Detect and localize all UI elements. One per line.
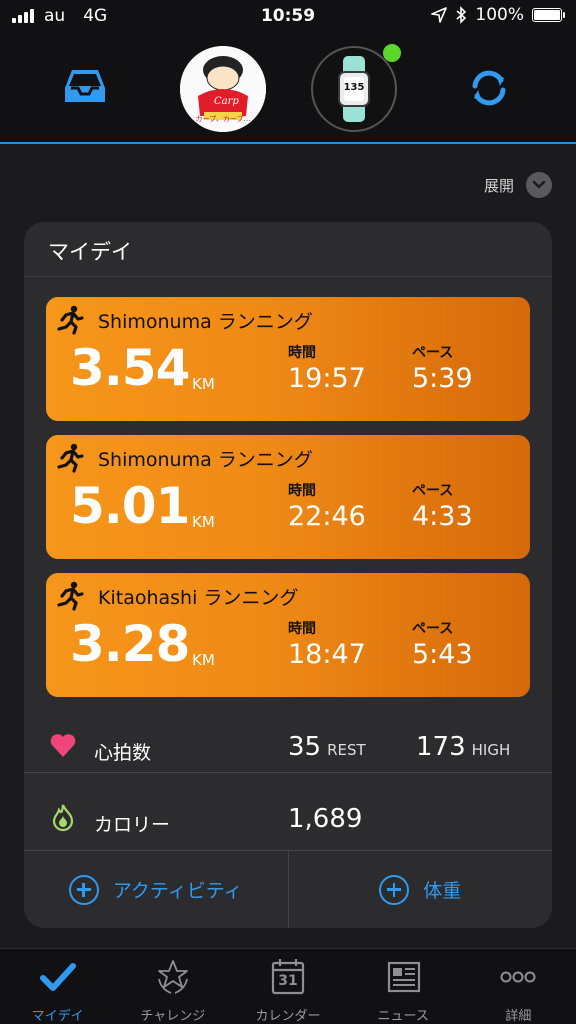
my-day-panel: マイデイ Shimonuma ランニング 3.54 KM 時間 19:57 ペー… bbox=[24, 222, 552, 928]
pace-label: ペース bbox=[412, 483, 454, 499]
time-label: 時間 bbox=[288, 483, 316, 499]
expand-button[interactable]: 展開 bbox=[484, 172, 552, 198]
activity-time: 18:47 bbox=[288, 639, 366, 670]
newspaper-icon bbox=[388, 961, 421, 993]
distance-unit: KM bbox=[192, 513, 215, 531]
running-icon bbox=[57, 305, 84, 335]
inbox-button[interactable] bbox=[62, 64, 108, 110]
activity-name: Shimonuma ランニング bbox=[98, 449, 313, 471]
activity-card[interactable]: Kitaohashi ランニング 3.28 KM 時間 18:47 ペース 5:… bbox=[46, 573, 530, 697]
activity-pace: 5:43 bbox=[412, 639, 473, 670]
tab-label: ニュース bbox=[377, 1009, 429, 1024]
pace-label: ペース bbox=[412, 345, 454, 361]
device-button[interactable]: 135 bbox=[311, 44, 401, 132]
distance-unit: KM bbox=[192, 651, 215, 669]
tab-challenges[interactable]: チャレンジ bbox=[115, 949, 230, 1024]
tab-label: チャレンジ bbox=[140, 1009, 206, 1024]
calendar-day: 31 bbox=[278, 973, 298, 989]
sync-icon bbox=[472, 70, 506, 106]
divider bbox=[24, 276, 552, 277]
calories-row[interactable]: カロリー 1,689 bbox=[24, 782, 552, 858]
device-number: 135 bbox=[343, 82, 365, 93]
tab-label: 詳細 bbox=[505, 1009, 532, 1024]
activity-name: Shimonuma ランニング bbox=[98, 311, 313, 333]
running-icon bbox=[57, 581, 84, 611]
battery-percent: 100% bbox=[475, 5, 524, 25]
rest-value: 35 bbox=[288, 732, 322, 762]
add-activity-button[interactable]: アクティビティ bbox=[24, 851, 288, 928]
quick-actions: アクティビティ 体重 bbox=[24, 850, 552, 928]
tab-news[interactable]: ニュース bbox=[346, 949, 461, 1024]
more-icon bbox=[500, 971, 536, 983]
tab-more[interactable]: 詳細 bbox=[461, 949, 576, 1024]
plus-icon bbox=[68, 874, 99, 905]
activity-card[interactable]: Shimonuma ランニング 5.01 KM 時間 22:46 ペース 4:3… bbox=[46, 435, 530, 559]
add-weight-label: 体重 bbox=[423, 880, 462, 902]
high-unit: HIGH bbox=[471, 741, 511, 759]
status-bar: au 4G 10:59 100% bbox=[0, 0, 576, 34]
battery-icon bbox=[532, 8, 565, 22]
heart-rate-label: 心拍数 bbox=[94, 742, 152, 764]
activity-pace: 5:39 bbox=[412, 363, 473, 394]
high-value: 173 bbox=[416, 732, 466, 762]
heart-rate-rest: 35 REST bbox=[288, 732, 366, 762]
activity-pace: 4:33 bbox=[412, 501, 473, 532]
rest-unit: REST bbox=[327, 741, 366, 759]
bluetooth-icon bbox=[456, 6, 467, 24]
running-icon bbox=[57, 443, 84, 473]
location-arrow-icon bbox=[431, 7, 448, 23]
heart-rate-row[interactable]: 心拍数 35 REST 173 HIGH bbox=[24, 710, 552, 786]
tab-bar: マイデイ チャレンジ 31 カレンダー ニュース 詳細 bbox=[0, 948, 576, 1024]
plus-icon bbox=[379, 874, 410, 905]
heart-icon bbox=[50, 734, 76, 757]
activity-time: 19:57 bbox=[288, 363, 366, 394]
flame-icon bbox=[52, 804, 74, 832]
activity-card[interactable]: Shimonuma ランニング 3.54 KM 時間 19:57 ペース 5:3… bbox=[46, 297, 530, 421]
avatar-caption: カープ、カープ… bbox=[195, 115, 251, 123]
tab-label: カレンダー bbox=[255, 1009, 321, 1024]
activity-name: Kitaohashi ランニング bbox=[98, 587, 299, 609]
add-activity-label: アクティビティ bbox=[112, 880, 243, 902]
expand-label: 展開 bbox=[483, 176, 514, 195]
calories-value: 1,689 bbox=[288, 804, 363, 834]
pace-label: ペース bbox=[412, 621, 454, 637]
distance-unit: KM bbox=[192, 375, 215, 393]
inbox-icon bbox=[65, 70, 105, 102]
heart-rate-high: 173 HIGH bbox=[416, 732, 510, 762]
svg-text:Carp: Carp bbox=[214, 96, 239, 107]
checkmark-icon bbox=[39, 963, 76, 991]
activity-distance: 3.28 bbox=[70, 615, 190, 673]
add-weight-button[interactable]: 体重 bbox=[287, 851, 553, 928]
tab-my-day[interactable]: マイデイ bbox=[0, 949, 115, 1024]
chevron-down-icon bbox=[526, 172, 552, 198]
activity-distance: 5.01 bbox=[70, 477, 190, 535]
connected-status-dot bbox=[383, 44, 401, 62]
tab-calendar[interactable]: 31 カレンダー bbox=[230, 949, 345, 1024]
time-label: 時間 bbox=[288, 621, 316, 637]
top-header: Carp カープ、カープ… 135 bbox=[0, 34, 576, 144]
tab-label: マイデイ bbox=[31, 1009, 84, 1024]
activity-distance: 3.54 bbox=[70, 339, 190, 397]
activity-time: 22:46 bbox=[288, 501, 366, 532]
divider bbox=[24, 772, 552, 773]
panel-title: マイデイ bbox=[48, 240, 132, 264]
calories-label: カロリー bbox=[94, 814, 171, 836]
status-right: 100% bbox=[431, 5, 565, 25]
sync-button[interactable] bbox=[465, 64, 513, 112]
profile-avatar[interactable]: Carp カープ、カープ… bbox=[180, 46, 266, 132]
laurel-icon bbox=[157, 960, 188, 994]
time-label: 時間 bbox=[288, 345, 316, 361]
